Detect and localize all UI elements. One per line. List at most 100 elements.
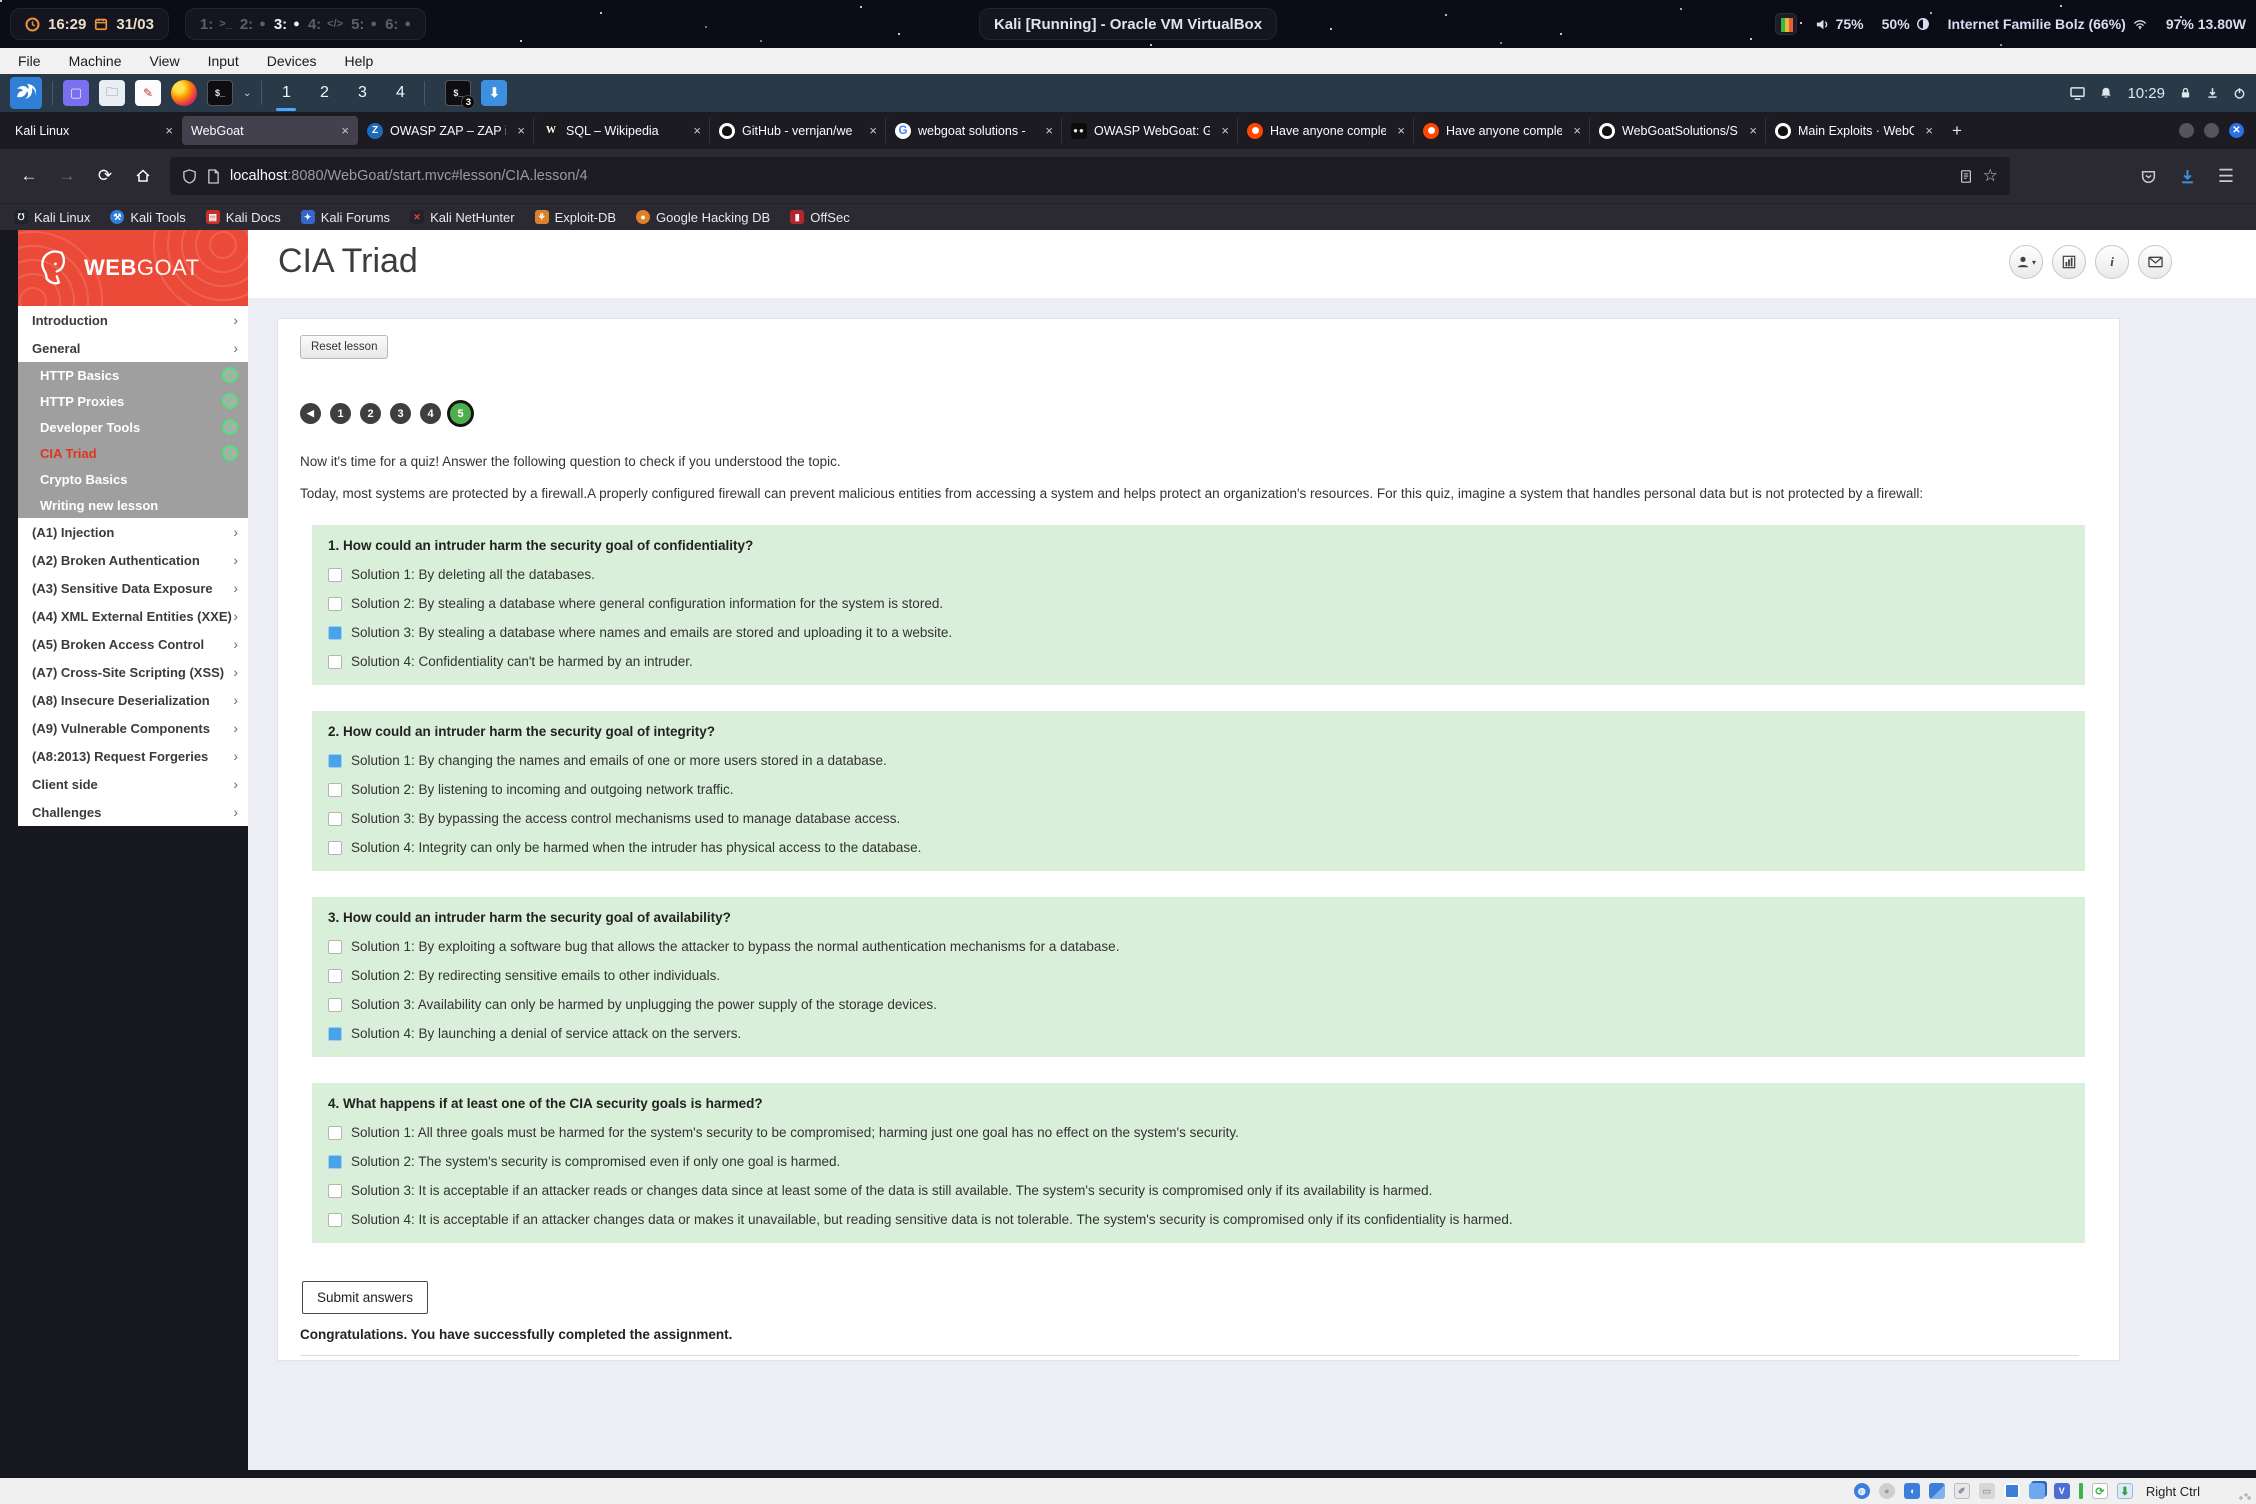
bell-icon[interactable] [2099,86,2113,100]
sidebar-item-client-side[interactable]: Client side› [18,770,248,798]
sidebar-item-a5-broken-access-control[interactable]: (A5) Broken Access Control› [18,630,248,658]
tab-owasp-zap[interactable]: Z OWASP ZAP – ZAP i × [358,116,534,145]
solution-checkbox[interactable] [328,812,342,826]
close-button[interactable]: ✕ [2229,123,2244,138]
menu-file[interactable]: File [18,53,41,69]
tab-close-icon[interactable]: × [865,123,877,138]
solution-checkbox[interactable] [328,841,342,855]
bookmark-kali-linux[interactable]: ᘮKali Linux [14,210,90,225]
tab-reddit-1[interactable]: Have anyone comple × [1238,116,1414,145]
workspace-1[interactable]: 1:>_ [200,16,232,33]
power-icon[interactable] [2233,86,2246,100]
optical-drive-icon[interactable]: ● [1879,1483,1895,1499]
terminal-launcher-icon[interactable]: $_ [207,80,233,106]
new-tab-button[interactable]: + [1942,116,1972,145]
usb-icon[interactable]: ✐ [1954,1483,1970,1499]
bookmark-kali-nethunter[interactable]: ✕Kali NetHunter [410,210,515,225]
home-button[interactable] [126,159,160,193]
sidebar-item-crypto-basics[interactable]: Crypto Basics [18,466,248,492]
bookmark-kali-tools[interactable]: ⚒Kali Tools [110,210,185,225]
kali-menu-button[interactable] [10,77,42,109]
solution-checkbox[interactable] [328,597,342,611]
tab-close-icon[interactable]: × [1921,123,1933,138]
sidebar-item-introduction[interactable]: Introduction› [18,306,248,334]
solution-checkbox[interactable] [328,1126,342,1140]
workspace-2[interactable]: 2:● [240,16,266,33]
user-menu-button[interactable]: ▾ [2009,245,2043,279]
shared-clipboard-icon[interactable]: ⟳ [2092,1483,2108,1499]
menu-input[interactable]: Input [208,53,239,69]
forward-button[interactable]: → [50,159,84,193]
workspace-4[interactable]: 4:</> [308,16,343,33]
volume-widget[interactable]: 75% [1815,16,1864,32]
downloads-button[interactable] [2179,168,2196,185]
sidebar-item-http-basics[interactable]: HTTP Basics✓ [18,362,248,388]
network-adapter-icon[interactable] [1929,1483,1945,1499]
solution-checkbox[interactable] [328,940,342,954]
previous-page-button[interactable]: ◀ [300,403,321,424]
solution-checkbox[interactable] [328,969,342,983]
sidebar-item-a3-sensitive-data-exposure[interactable]: (A3) Sensitive Data Exposure› [18,574,248,602]
sidebar-item-a4-xxe[interactable]: (A4) XML External Entities (XXE)› [18,602,248,630]
bookmark-google-hacking-db[interactable]: ●Google Hacking DB [636,210,770,225]
hdd-activity-icon[interactable]: ◍ [1854,1483,1870,1499]
seamless-windows-icon[interactable] [2029,1483,2045,1499]
tab-webgoatsolutions-repo[interactable]: WebGoatSolutions/S × [1590,116,1766,145]
tab-close-icon[interactable]: × [1393,123,1405,138]
sidebar-item-developer-tools[interactable]: Developer Tools✓ [18,414,248,440]
page-button-1[interactable]: 1 [330,403,351,424]
bookmark-offsec[interactable]: ▮OffSec [790,210,850,225]
file-manager-icon[interactable]: 🗀 [99,80,125,106]
pocket-icon[interactable] [2140,168,2157,185]
solution-checkbox[interactable] [328,783,342,797]
sidebar-item-a1-injection[interactable]: (A1) Injection› [18,518,248,546]
shared-folders-icon[interactable]: ▭ [1979,1483,1995,1499]
guest-additions-icon[interactable]: ⬇ [2117,1483,2133,1499]
workspace-5[interactable]: 5:● [351,16,377,33]
reader-mode-icon[interactable] [1959,169,1973,184]
terminal-window-button[interactable]: $_ 3 [445,80,471,106]
maximize-button[interactable] [2204,123,2219,138]
tab-close-icon[interactable]: × [161,123,173,138]
site-info-icon[interactable] [207,169,220,184]
keyboard-layout-icon[interactable] [1775,13,1797,35]
solution-checkbox[interactable] [328,626,342,640]
menu-hamburger-icon[interactable]: ☰ [2218,166,2234,187]
solution-checkbox[interactable] [328,655,342,669]
tab-close-icon[interactable]: × [1745,123,1757,138]
sidebar-item-a8-2013-request-forgeries[interactable]: (A8:2013) Request Forgeries› [18,742,248,770]
workspace-6[interactable]: 6:● [385,16,411,33]
sidebar-item-cia-triad[interactable]: CIA Triad✓ [18,440,248,466]
page-button-3[interactable]: 3 [390,403,411,424]
solution-checkbox[interactable] [328,998,342,1012]
downloads-icon[interactable]: ⬇ [481,80,507,106]
tab-close-icon[interactable]: × [1569,123,1581,138]
guest-workspace-4[interactable]: 4 [386,74,414,112]
text-editor-icon[interactable]: ✎ [135,80,161,106]
menu-devices[interactable]: Devices [267,53,317,69]
menu-help[interactable]: Help [345,53,374,69]
launcher-dropdown-icon[interactable]: ⌄ [243,88,251,99]
solution-checkbox[interactable] [328,568,342,582]
tab-close-icon[interactable]: × [1217,123,1229,138]
resize-grip[interactable] [2238,1487,2252,1501]
workspace-3[interactable]: 3:● [274,16,300,33]
firefox-launcher-icon[interactable] [171,80,197,106]
audio-icon[interactable]: ◖ [1904,1483,1920,1499]
tab-reddit-2[interactable]: Have anyone comple × [1414,116,1590,145]
guest-workspace-1[interactable]: 1 [272,74,300,112]
url-bar[interactable]: localhost:8080/WebGoat/start.mvc#lesson/… [170,157,2010,195]
tab-close-icon[interactable]: × [689,123,701,138]
reset-lesson-button[interactable]: Reset lesson [300,335,388,359]
network-widget[interactable]: Internet Familie Bolz (66%) [1948,16,2148,32]
sidebar-item-general[interactable]: General› [18,334,248,362]
tab-close-icon[interactable]: × [337,123,349,138]
guest-workspace-2[interactable]: 2 [310,74,338,112]
brightness-widget[interactable]: 50% [1882,16,1930,32]
tray-download-icon[interactable] [2206,86,2219,100]
bookmark-star-icon[interactable]: ☆ [1983,166,1998,186]
menu-machine[interactable]: Machine [69,53,122,69]
sidebar-item-writing-new-lesson[interactable]: Writing new lesson [18,492,248,518]
lock-icon[interactable] [2179,86,2192,100]
sidebar-item-a9-vulnerable-components[interactable]: (A9) Vulnerable Components› [18,714,248,742]
